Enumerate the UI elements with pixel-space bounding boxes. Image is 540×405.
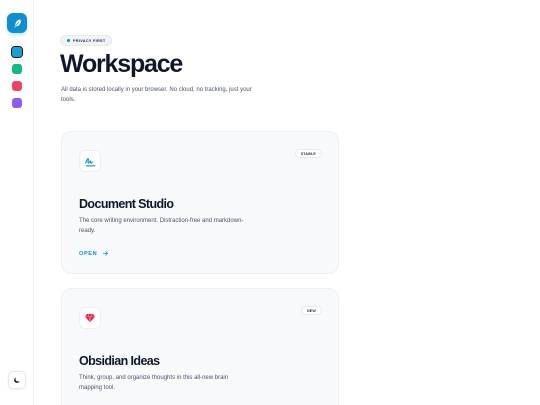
main-content: PRIVACY FIRST Workspace All data is stor…	[34, 0, 540, 405]
badge-dot-icon	[67, 39, 70, 42]
status-tag: STABLE	[294, 149, 322, 158]
feather-icon	[13, 18, 21, 28]
page-title: Workspace	[60, 50, 183, 78]
page-subtitle: All data is stored locally in your brows…	[61, 87, 252, 103]
swatch-blue[interactable]	[11, 46, 23, 58]
open-link[interactable]: OPEN	[79, 250, 109, 257]
moon-icon	[14, 377, 20, 383]
card-description: Think, group, and organize thoughts in t…	[79, 375, 229, 391]
card-icon-box	[79, 307, 101, 329]
card-title: Document Studio	[79, 197, 174, 211]
status-tag: NEW	[301, 306, 322, 315]
app-card-document-studio[interactable]: STABLE Document Studio The core writing …	[61, 131, 339, 274]
card-description: The core writing environment. Distractio…	[79, 218, 244, 234]
card-title: Obsidian Ideas	[79, 354, 160, 368]
app-card-obsidian-ideas[interactable]: NEW Obsidian Ideas Think, group, and org…	[61, 288, 339, 405]
sidebar	[0, 0, 34, 405]
swatch-red[interactable]	[12, 81, 22, 91]
privacy-badge: PRIVACY FIRST	[60, 35, 113, 46]
gem-icon	[85, 313, 95, 323]
signature-icon	[84, 157, 95, 166]
theme-toggle-button[interactable]	[8, 371, 26, 389]
open-link-label: OPEN	[79, 250, 98, 257]
card-icon-box	[79, 150, 101, 172]
arrow-right-icon	[103, 251, 109, 256]
app-logo[interactable]	[7, 13, 27, 33]
badge-label: PRIVACY FIRST	[73, 38, 106, 43]
swatch-purple[interactable]	[12, 98, 22, 108]
swatch-green[interactable]	[12, 64, 22, 74]
